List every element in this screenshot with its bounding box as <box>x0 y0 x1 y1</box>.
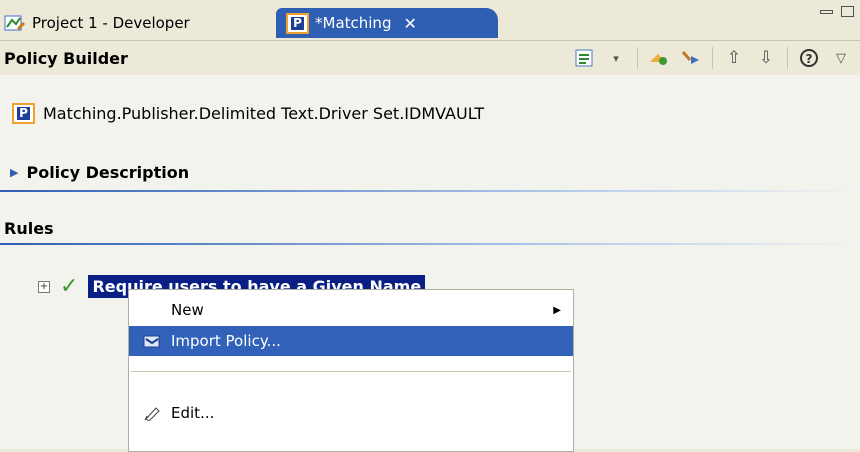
svg-text:?: ? <box>806 52 813 66</box>
policy-path: P Matching.Publisher.Delimited Text.Driv… <box>12 103 484 124</box>
policy-path-text: Matching.Publisher.Delimited Text.Driver… <box>43 104 485 123</box>
tab-project-developer[interactable]: Project 1 - Developer <box>4 8 264 38</box>
policy-icon: P <box>12 103 35 124</box>
view-menu-icon[interactable]: ▽ <box>830 47 852 69</box>
context-menu: New ▶ Import Policy... Edit... <box>128 289 574 452</box>
submenu-arrow-icon: ▶ <box>553 304 561 316</box>
section-title: Rules <box>4 219 54 238</box>
maximize-icon[interactable] <box>841 6 854 17</box>
expand-arrow-icon: ▶ <box>10 166 19 179</box>
policy-builder-header: Policy Builder ▾ ⇧ ⇩ ? ▽ <box>0 41 860 75</box>
section-title: Policy Description <box>26 163 190 182</box>
rules-section: Rules <box>4 219 54 238</box>
help-icon[interactable]: ? <box>798 47 820 69</box>
tab-matching[interactable]: P *Matching ✕ <box>276 8 498 38</box>
menu-item-new[interactable]: New ▶ <box>129 295 573 325</box>
simulate-icon[interactable] <box>680 47 702 69</box>
toolbar-separator <box>712 47 713 69</box>
window-controls <box>820 6 854 17</box>
expand-icon[interactable]: + <box>38 280 50 293</box>
policy-list-icon[interactable] <box>573 47 595 69</box>
toolbar-separator <box>787 47 788 69</box>
toolbar-separator <box>637 47 638 69</box>
minimize-icon[interactable] <box>820 10 833 14</box>
section-divider <box>0 190 860 192</box>
tab-label: *Matching <box>315 14 392 32</box>
toolbar: ▾ ⇧ ⇩ ? ▽ <box>573 47 852 69</box>
dropdown-arrow-icon[interactable]: ▾ <box>605 47 627 69</box>
checkmark-icon: ✓ <box>60 274 79 299</box>
move-up-icon[interactable]: ⇧ <box>723 47 745 69</box>
section-divider <box>0 243 860 245</box>
add-rule-icon[interactable] <box>648 47 670 69</box>
menu-item-import-policy[interactable]: Import Policy... <box>129 326 573 356</box>
close-icon[interactable]: ✕ <box>403 14 416 33</box>
project-icon <box>4 14 26 32</box>
policy-description-section[interactable]: ▶ Policy Description <box>10 163 189 182</box>
import-icon <box>143 333 161 349</box>
move-down-icon[interactable]: ⇩ <box>755 47 777 69</box>
tab-label: Project 1 - Developer <box>32 14 190 32</box>
pencil-icon <box>143 405 161 421</box>
policy-icon: P <box>286 12 309 34</box>
menu-item-edit[interactable]: Edit... <box>129 398 573 428</box>
editor-tab-bar: Project 1 - Developer P *Matching ✕ <box>0 0 860 40</box>
editor-content: Policy Builder ▾ ⇧ ⇩ ? ▽ P Matching.Publ… <box>0 40 860 452</box>
menu-separator <box>131 371 571 372</box>
page-title: Policy Builder <box>4 48 128 68</box>
